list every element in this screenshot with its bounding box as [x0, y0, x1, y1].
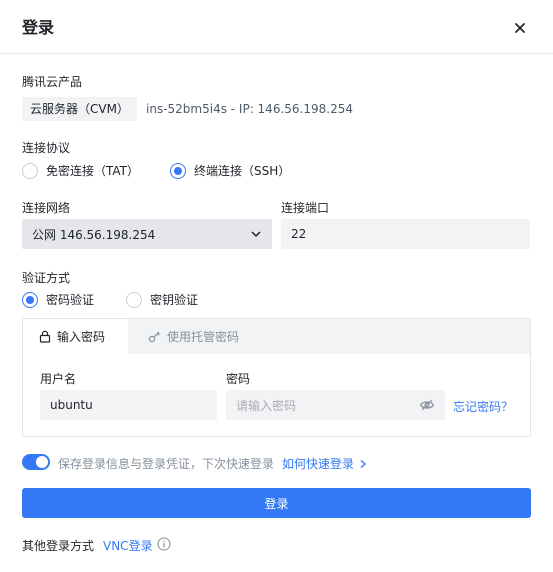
remember-text: 保存登录信息与登录凭证，下次快速登录 [58, 457, 275, 471]
quick-login-label: 如何快速登录 [282, 457, 355, 471]
radio-circle [22, 291, 38, 308]
tab-label: 输入密码 [57, 330, 106, 344]
port-label: 连接端口 [281, 201, 330, 215]
tab-label: 使用托管密码 [167, 330, 240, 344]
chevron-down-icon [251, 231, 261, 238]
lock-icon [39, 330, 51, 343]
tab-managed-password[interactable]: 使用托管密码 [132, 319, 255, 354]
auth-label: 验证方式 [22, 271, 71, 285]
password-placeholder: 请输入密码 [236, 398, 297, 413]
password-label: 密码 [226, 372, 251, 386]
dialog-title: 登录 [22, 18, 55, 37]
protocol-label: 连接协议 [22, 141, 71, 155]
close-icon[interactable] [512, 20, 528, 36]
forgot-password-link[interactable]: 忘记密码？ [453, 398, 513, 415]
header-divider [0, 53, 553, 54]
radio-label: 免密连接（TAT） [46, 164, 140, 178]
radio-label: 终端连接（SSH） [194, 164, 291, 178]
quick-login-link[interactable]: 如何快速登录 [282, 455, 368, 472]
network-select-value: 公网 146.56.198.254 [32, 227, 156, 242]
login-button[interactable]: 登录 [22, 488, 531, 518]
tab-input-password[interactable]: 输入密码 [23, 319, 128, 354]
auth-option-password[interactable]: 密码验证 [22, 291, 94, 308]
password-input[interactable]: 请输入密码 [226, 390, 445, 420]
username-input[interactable]: ubuntu [40, 390, 217, 420]
instance-info: ins-52bm5i4s - IP: 146.56.198.254 [146, 102, 353, 116]
remember-toggle[interactable] [22, 454, 50, 470]
radio-label: 密码验证 [46, 293, 95, 307]
key-icon [148, 331, 160, 343]
network-label: 连接网络 [22, 201, 71, 215]
radio-circle [170, 162, 186, 179]
other-login-label: 其他登录方式 [22, 539, 95, 553]
port-input[interactable]: 22 [281, 219, 530, 249]
radio-circle [126, 291, 142, 308]
protocol-option-tat[interactable]: 免密连接（TAT） [22, 162, 139, 179]
chevron-right-icon [360, 459, 367, 468]
vnc-login-link[interactable]: VNC登录 [103, 537, 153, 554]
product-tag: 云服务器（CVM） [22, 97, 137, 121]
eye-off-icon[interactable] [419, 399, 435, 411]
network-select[interactable]: 公网 146.56.198.254 [22, 219, 272, 249]
auth-option-key[interactable]: 密钥验证 [126, 291, 198, 308]
username-label: 用户名 [40, 372, 77, 386]
radio-label: 密钥验证 [150, 293, 199, 307]
info-icon[interactable] [157, 537, 171, 551]
protocol-option-ssh[interactable]: 终端连接（SSH） [170, 162, 290, 179]
radio-circle [22, 162, 38, 179]
product-label: 腾讯云产品 [22, 75, 83, 89]
